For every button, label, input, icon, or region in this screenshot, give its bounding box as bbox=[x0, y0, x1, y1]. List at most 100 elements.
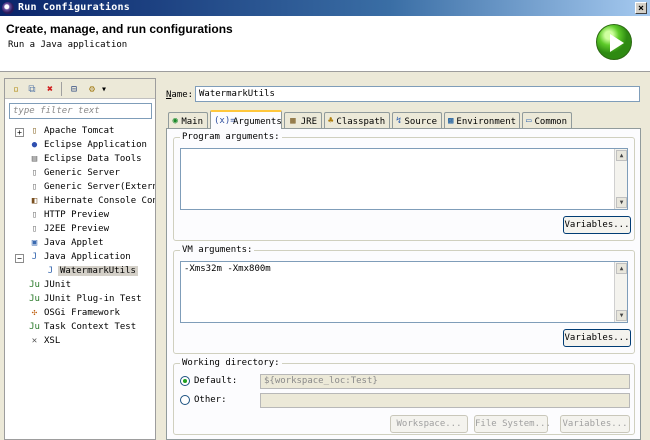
tree-item[interactable]: + ▯ Apache Tomcat bbox=[5, 125, 155, 139]
scroll-up-icon[interactable]: ▲ bbox=[616, 263, 627, 274]
collapse-all-icon[interactable]: ⊟ bbox=[67, 82, 81, 96]
tomcat-icon: ▯ bbox=[31, 126, 38, 136]
tab-arguments[interactable]: (x)= Arguments bbox=[210, 110, 282, 129]
tree-item[interactable]: ✣ OSGi Framework bbox=[5, 307, 155, 321]
vm-arguments-input[interactable]: -Xms32m -Xmx800m ▲ ▼ bbox=[180, 261, 628, 323]
other-directory-field bbox=[260, 393, 630, 408]
server-icon: ▯ bbox=[31, 224, 38, 234]
chevron-down-icon[interactable]: ▾ bbox=[99, 82, 109, 96]
window-title: Run Configurations bbox=[18, 2, 130, 13]
expand-icon[interactable]: + bbox=[15, 128, 24, 137]
tree-item[interactable]: ▤ Eclipse Data Tools bbox=[5, 153, 155, 167]
tree-item[interactable]: ● Eclipse Application bbox=[5, 139, 155, 153]
dialog-body: ▫ ⧉ ✖ ⊟ ⚙ ▾ + ▯ Apache Tomcat ● Eclipse Appl… bbox=[0, 72, 650, 440]
tree-item-label: Generic Server(Externa bbox=[44, 182, 155, 192]
name-label: Name: bbox=[166, 90, 194, 100]
tab-environment[interactable]: ▩ Environment bbox=[444, 112, 520, 128]
filter-icon[interactable]: ⚙ bbox=[85, 82, 99, 96]
tree-item-label: JUnit Plug-in Test bbox=[44, 294, 142, 304]
program-arguments-input[interactable]: ▲ ▼ bbox=[180, 148, 628, 210]
other-radio[interactable] bbox=[180, 395, 190, 405]
server-icon: ▯ bbox=[31, 210, 38, 220]
tree-item[interactable]: Ju Task Context Test bbox=[5, 321, 155, 335]
new-config-icon[interactable]: ▫ bbox=[9, 82, 23, 96]
default-directory-field: ${workspace_loc:Test} bbox=[260, 374, 630, 389]
tree-item-label: J2EE Preview bbox=[44, 224, 110, 234]
program-variables-button[interactable]: Variables... bbox=[563, 216, 631, 234]
tab-jre[interactable]: ▦ JRE bbox=[284, 112, 322, 128]
close-icon[interactable]: × bbox=[635, 2, 647, 14]
vm-arguments-group: VM arguments: -Xms32m -Xmx800m ▲ ▼ Varia… bbox=[173, 245, 635, 354]
tree-item-label: JUnit bbox=[44, 280, 72, 290]
filter-input[interactable] bbox=[9, 103, 152, 119]
tab-common[interactable]: ▭ Common bbox=[522, 112, 572, 128]
environment-tab-icon: ▩ bbox=[448, 116, 454, 126]
main-tab-icon: ◉ bbox=[172, 116, 178, 126]
tree-item[interactable]: − J Java Application bbox=[5, 251, 155, 265]
tree-item[interactable]: ◧ Hibernate Console Confi bbox=[5, 195, 155, 209]
junit-icon: Ju bbox=[29, 280, 40, 290]
program-arguments-scrollbar[interactable]: ▲ ▼ bbox=[614, 149, 627, 209]
default-radio[interactable] bbox=[180, 376, 190, 386]
working-directory-variables-button[interactable]: Variables... bbox=[560, 415, 630, 433]
applet-icon: ▣ bbox=[31, 238, 38, 248]
default-radio-label: Default: bbox=[194, 376, 238, 386]
java-app-icon: J bbox=[47, 266, 54, 276]
configuration-tree: + ▯ Apache Tomcat ● Eclipse Application ▤ Ecli… bbox=[5, 125, 155, 437]
run-icon bbox=[596, 24, 632, 60]
jre-tab-icon: ▦ bbox=[290, 116, 296, 126]
delete-icon[interactable]: ✖ bbox=[43, 82, 57, 96]
eclipse-app-icon bbox=[2, 2, 14, 14]
dialog-header: Create, manage, and run configurations R… bbox=[0, 16, 650, 72]
tab-label: Arguments bbox=[233, 116, 282, 127]
program-arguments-group: Program arguments: ▲ ▼ Variables... bbox=[173, 132, 635, 241]
osgi-icon: ✣ bbox=[31, 308, 38, 318]
vm-arguments-scrollbar[interactable]: ▲ ▼ bbox=[614, 262, 627, 322]
tree-item[interactable]: ▯ Generic Server(Externa bbox=[5, 181, 155, 195]
config-tabs: ◉ Main (x)= Arguments ▦ JRE ♣ Classpath ↯ Source ▩… bbox=[166, 110, 636, 129]
tab-main[interactable]: ◉ Main bbox=[168, 112, 208, 128]
arguments-tab-content: Program arguments: ▲ ▼ Variables... VM a… bbox=[166, 128, 641, 440]
scroll-down-icon[interactable]: ▼ bbox=[616, 197, 627, 208]
vm-arguments-label: VM arguments: bbox=[180, 245, 255, 255]
tree-item-label: Generic Server bbox=[44, 168, 120, 178]
dialog-title: Create, manage, and run configurations bbox=[6, 22, 233, 36]
tab-source[interactable]: ↯ Source bbox=[392, 112, 442, 128]
scroll-down-icon[interactable]: ▼ bbox=[616, 310, 627, 321]
tree-item-label: WatermarkUtils bbox=[58, 266, 138, 276]
tree-item[interactable]: ▯ Generic Server bbox=[5, 167, 155, 181]
tree-item[interactable]: Ju JUnit bbox=[5, 279, 155, 293]
scroll-up-icon[interactable]: ▲ bbox=[616, 150, 627, 161]
vm-variables-button[interactable]: Variables... bbox=[563, 329, 631, 347]
tree-toolbar: ▫ ⧉ ✖ ⊟ ⚙ ▾ bbox=[5, 79, 155, 99]
tree-item[interactable]: J WatermarkUtils bbox=[5, 265, 155, 279]
classpath-tab-icon: ♣ bbox=[328, 116, 334, 126]
tree-item[interactable]: ▣ Java Applet bbox=[5, 237, 155, 251]
tab-classpath[interactable]: ♣ Classpath bbox=[324, 112, 390, 128]
common-tab-icon: ▭ bbox=[526, 116, 532, 126]
tree-item[interactable]: ▯ J2EE Preview bbox=[5, 223, 155, 237]
window-titlebar: Run Configurations × bbox=[0, 0, 650, 16]
working-directory-group: Working directory: Default: ${workspace_… bbox=[173, 358, 635, 435]
tree-item-label: Eclipse Application bbox=[44, 140, 147, 150]
tree-item-label: Eclipse Data Tools bbox=[44, 154, 142, 164]
tab-label: Main bbox=[181, 116, 203, 127]
tree-item-label: Apache Tomcat bbox=[44, 126, 115, 136]
file-system-button[interactable]: File System... bbox=[474, 415, 551, 433]
tree-item-label: Task Context Test bbox=[44, 322, 137, 332]
tree-item[interactable]: Ju JUnit Plug-in Test bbox=[5, 293, 155, 307]
tree-item[interactable]: ▯ HTTP Preview bbox=[5, 209, 155, 223]
tree-item-label: Hibernate Console Confi bbox=[44, 196, 155, 206]
duplicate-icon[interactable]: ⧉ bbox=[25, 82, 39, 96]
tree-item-label: XSL bbox=[44, 336, 61, 346]
arguments-tab-icon: (x)= bbox=[214, 116, 236, 126]
name-field[interactable] bbox=[195, 86, 640, 102]
workspace-button[interactable]: Workspace... bbox=[390, 415, 468, 433]
tab-label: Common bbox=[534, 116, 567, 127]
xsl-icon: ✕ bbox=[31, 336, 38, 346]
collapse-icon[interactable]: − bbox=[15, 254, 24, 263]
server-icon: ▯ bbox=[31, 168, 38, 178]
tree-item[interactable]: ✕ XSL bbox=[5, 335, 155, 349]
program-arguments-label: Program arguments: bbox=[180, 132, 282, 142]
configuration-tree-panel: ▫ ⧉ ✖ ⊟ ⚙ ▾ + ▯ Apache Tomcat ● Eclipse Appl… bbox=[4, 78, 156, 440]
